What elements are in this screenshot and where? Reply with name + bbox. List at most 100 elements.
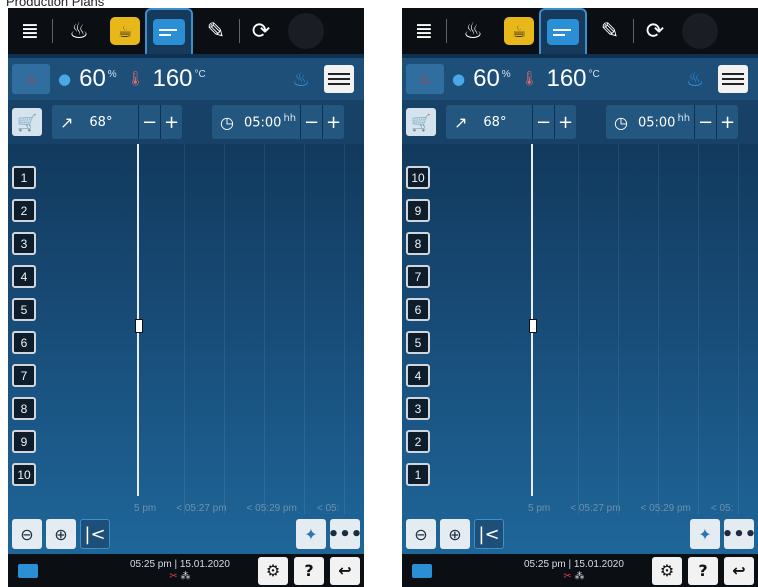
production-panel-right: ≣ ♨ ☕ ✎ ⟳ ♨ ● 60% 🌡 160°C ♨ 🛒 ↗ 68° −+	[402, 8, 758, 587]
timer-value[interactable]: 05:00 hh	[244, 113, 296, 130]
zoom-out-icon[interactable]: ⊖	[406, 519, 436, 549]
rack-7[interactable]: 7	[406, 265, 430, 288]
bottom-toolbar: ⊖ ⊕ |< ✦ •••	[402, 516, 758, 552]
help-icon[interactable]: ?	[688, 556, 718, 585]
rack-3[interactable]: 3	[406, 397, 430, 420]
cooking-mode-icon[interactable]: ♨	[686, 67, 704, 91]
cook-mode-button[interactable]: ☕	[499, 12, 539, 50]
settings-gear-icon[interactable]: ⚙	[652, 556, 682, 585]
production-plan-icon	[153, 19, 185, 45]
wash-icon[interactable]: ✦	[690, 519, 720, 549]
rack-5[interactable]: 5	[12, 298, 36, 321]
temperature-value[interactable]: 160 °C	[546, 65, 599, 93]
timeline-handle[interactable]	[529, 319, 537, 333]
core-temperature-value[interactable]: 68°	[483, 115, 506, 130]
jump-to-start-button[interactable]: |<	[474, 519, 504, 549]
parameter-row: 🛒 ↗ 68° − + ◷ 05:00 hh − +	[402, 100, 758, 144]
rack-7[interactable]: 7	[12, 364, 36, 387]
humidity-value[interactable]: 60%	[79, 65, 117, 93]
cook-mode-button[interactable]: ☕	[105, 12, 145, 50]
rack-5[interactable]: 5	[406, 331, 430, 354]
production-plan-tab[interactable]	[539, 8, 587, 54]
production-plan-mini-icon[interactable]	[18, 563, 38, 578]
temperature-value[interactable]: 160 °C	[152, 65, 205, 93]
timer-icon: ◷	[220, 112, 234, 132]
core-temp-increase-button[interactable]: +	[160, 105, 182, 139]
cooking-mode-icon[interactable]: ♨	[292, 67, 310, 91]
zoom-out-icon[interactable]: ⊖	[12, 519, 42, 549]
wash-icon[interactable]: ✦	[296, 519, 326, 549]
timer-control: ◷ 05:00 hh − +	[606, 105, 738, 139]
parameter-row: 🛒 ↗ 68° − + ◷ 05:00 hh − +	[8, 100, 364, 144]
timer-increase-button[interactable]: +	[716, 105, 738, 139]
edit-program-icon[interactable]: ✎	[587, 12, 633, 50]
time-axis: 5 pm < 05:27 pm < 05:29 pm < 05:	[134, 503, 339, 514]
steam-mode-icon[interactable]: ♨	[447, 12, 499, 50]
cook-icon: ☕	[110, 17, 140, 45]
zoom-in-icon[interactable]: ⊕	[46, 519, 76, 549]
humidity-icon: ●	[452, 70, 466, 88]
help-icon[interactable]: ?	[294, 556, 324, 585]
steam-icon[interactable]: ♨	[12, 64, 50, 94]
rack-2[interactable]: 2	[12, 199, 36, 222]
rack-1[interactable]: 1	[12, 166, 36, 189]
steam-mode-icon[interactable]: ♨	[53, 12, 105, 50]
timer-decrease-button[interactable]: −	[694, 105, 716, 139]
back-arrow-icon[interactable]: ↩	[330, 556, 360, 585]
rack-10[interactable]: 10	[12, 463, 36, 486]
rack-timeline-grid[interactable]: 1 2 3 4 5 6 7 8 9 10 5 pm < 05:27 pm < 05:29 pm < 05…	[8, 144, 364, 514]
back-arrow-icon[interactable]: ↩	[724, 556, 754, 585]
rack-9[interactable]: 9	[406, 199, 430, 222]
timer-value[interactable]: 05:00 hh	[638, 113, 690, 130]
production-panel-left: ≣ ♨ ☕ ✎ ⟳ ♨ ● 60% 🌡 160°C ♨ 🛒 ↗ 68° −+	[8, 8, 364, 587]
production-plan-tab[interactable]	[145, 8, 193, 54]
timer-increase-button[interactable]: +	[322, 105, 344, 139]
more-options-icon[interactable]: •••	[722, 519, 756, 549]
zoom-in-icon[interactable]: ⊕	[440, 519, 470, 549]
settings-gear-icon[interactable]: ⚙	[258, 556, 288, 585]
rack-8[interactable]: 8	[406, 232, 430, 255]
rack-6[interactable]: 6	[12, 331, 36, 354]
settings-button[interactable]	[718, 65, 748, 93]
care-cleaning-icon[interactable]: ⟳	[634, 12, 676, 50]
time-axis-label: < 05:29 pm	[640, 503, 691, 514]
core-temp-increase-button[interactable]: +	[554, 105, 576, 139]
timeline-handle[interactable]	[135, 319, 143, 333]
rack-9[interactable]: 9	[12, 430, 36, 453]
rack-6[interactable]: 6	[406, 298, 430, 321]
rack-4[interactable]: 4	[12, 265, 36, 288]
steam-icon[interactable]: ♨	[406, 64, 444, 94]
core-temperature-value[interactable]: 68°	[89, 115, 112, 130]
rack-3[interactable]: 3	[12, 232, 36, 255]
idle-indicator	[288, 13, 324, 49]
rack-timeline-grid[interactable]: 10 9 8 7 6 5 4 3 2 1 5 pm < 05:27 pm < 05:29 pm < 05…	[402, 144, 758, 514]
timer-control: ◷ 05:00 hh − +	[212, 105, 344, 139]
rack-1[interactable]: 1	[406, 463, 430, 486]
humidity-value[interactable]: 60%	[473, 65, 511, 93]
jump-to-start-button[interactable]: |<	[80, 519, 110, 549]
rack-10[interactable]: 10	[406, 166, 430, 189]
time-axis-label: < 05:	[710, 503, 734, 514]
core-temp-decrease-button[interactable]: −	[532, 105, 554, 139]
rack-8[interactable]: 8	[12, 397, 36, 420]
core-temp-decrease-button[interactable]: −	[138, 105, 160, 139]
time-axis-label: 5 pm	[134, 503, 157, 514]
climate-row: ♨ ● 60% 🌡 160 °C ♨	[402, 58, 758, 100]
rack-4[interactable]: 4	[406, 364, 430, 387]
production-plan-mini-icon[interactable]	[412, 563, 432, 578]
settings-button[interactable]	[324, 65, 354, 93]
time-axis-label: < 05:27 pm	[176, 503, 227, 514]
time-axis-label: 5 pm	[528, 503, 551, 514]
more-options-icon[interactable]: •••	[328, 519, 362, 549]
edit-program-icon[interactable]: ✎	[193, 12, 239, 50]
cart-icon[interactable]: 🛒	[12, 108, 42, 136]
core-probe-icon: ↗	[454, 112, 468, 132]
menu-icon[interactable]: ≣	[8, 12, 52, 50]
cart-icon[interactable]: 🛒	[406, 108, 436, 136]
temperature-icon: 🌡	[126, 71, 145, 87]
menu-icon[interactable]: ≣	[402, 12, 446, 50]
timer-decrease-button[interactable]: −	[300, 105, 322, 139]
core-probe-icon: ↗	[60, 112, 74, 132]
rack-2[interactable]: 2	[406, 430, 430, 453]
care-cleaning-icon[interactable]: ⟳	[240, 12, 282, 50]
